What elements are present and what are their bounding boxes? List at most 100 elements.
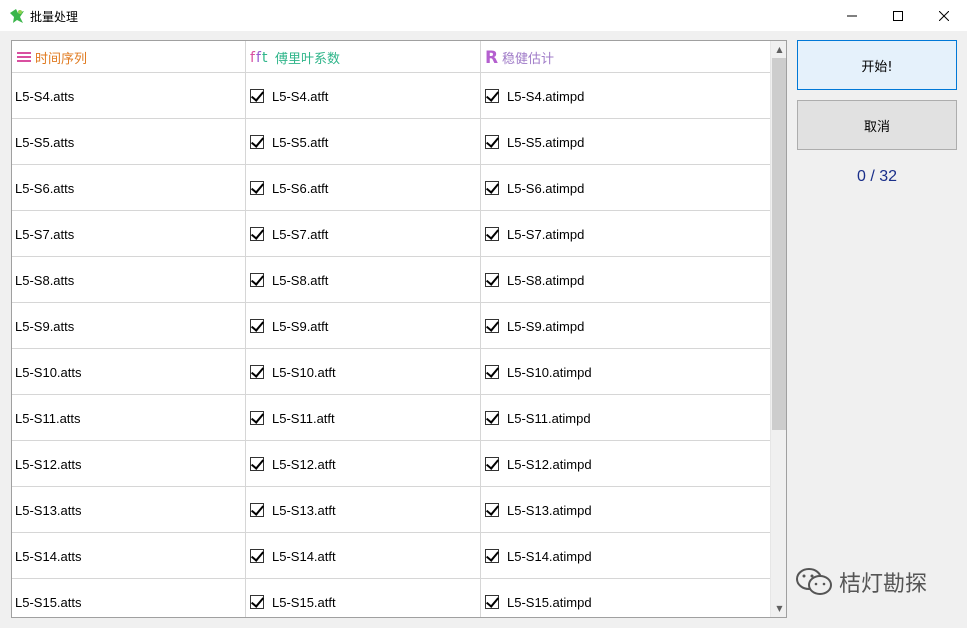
scroll-thumb[interactable] [772,58,786,430]
table-row[interactable]: L5-S12.atts L5-S12.atft L5-S12.atimpd [12,441,770,487]
table-row[interactable]: L5-S6.atts L5-S6.atft L5-S6.atimpd [12,165,770,211]
watermark-text: 桔灯勘探 [839,572,928,597]
robust-filename: L5-S10.atimpd [507,364,592,380]
timeseries-cell: L5-S12.atts [15,441,82,487]
column-header-robust[interactable]: R 稳健估计 [481,41,770,73]
timeseries-cell: L5-S14.atts [15,533,82,579]
table-row[interactable]: L5-S8.atts L5-S8.atft L5-S8.atimpd [12,257,770,303]
timeseries-cell: L5-S4.atts [15,73,74,119]
robust-cell: L5-S12.atimpd [485,441,592,487]
table-row[interactable]: L5-S13.atts L5-S13.atft L5-S13.atimpd [12,487,770,533]
fourier-checkbox[interactable] [250,135,264,149]
table-row[interactable]: L5-S7.atts L5-S7.atft L5-S7.atimpd [12,211,770,257]
robust-cell: L5-S13.atimpd [485,487,592,533]
fourier-checkbox[interactable] [250,319,264,333]
column-header-fourier[interactable]: f f t 傅里叶系数 [246,41,481,73]
timeseries-filename: L5-S12.atts [15,456,82,472]
timeseries-cell: L5-S13.atts [15,487,82,533]
fourier-checkbox[interactable] [250,273,264,287]
fourier-filename: L5-S12.atft [272,456,336,472]
robust-cell: L5-S5.atimpd [485,119,584,165]
table-row[interactable]: L5-S11.atts L5-S11.atft L5-S11.atimpd [12,395,770,441]
timeseries-cell: L5-S15.atts [15,579,82,617]
fourier-filename: L5-S8.atft [272,272,329,288]
robust-cell: L5-S6.atimpd [485,165,584,211]
fourier-checkbox[interactable] [250,595,264,609]
robust-filename: L5-S9.atimpd [507,318,585,334]
timeseries-filename: L5-S10.atts [15,364,82,380]
fourier-cell: L5-S13.atft [250,487,336,533]
fourier-checkbox[interactable] [250,411,264,425]
fourier-checkbox[interactable] [250,89,264,103]
robust-cell: L5-S9.atimpd [485,303,584,349]
robust-checkbox[interactable] [485,89,499,103]
close-button[interactable] [921,0,967,31]
robust-checkbox[interactable] [485,227,499,241]
fourier-cell: L5-S14.atft [250,533,336,579]
robust-checkbox[interactable] [485,181,499,195]
timeseries-cell: L5-S5.atts [15,119,74,165]
fourier-cell: L5-S4.atft [250,73,328,119]
table-row[interactable]: L5-S15.atts L5-S15.atft L5-S15.atimpd [12,579,770,617]
fourier-cell: L5-S10.atft [250,349,336,395]
robust-checkbox[interactable] [485,457,499,471]
timeseries-filename: L5-S4.atts [15,88,75,104]
fourier-checkbox[interactable] [250,227,264,241]
timeseries-filename: L5-S8.atts [15,272,75,288]
robust-checkbox[interactable] [485,135,499,149]
fourier-filename: L5-S11.atft [272,410,335,426]
fourier-checkbox[interactable] [250,503,264,517]
fourier-cell: L5-S15.atft [250,579,336,617]
robust-checkbox[interactable] [485,365,499,379]
window-title: 批量处理 [30,10,79,24]
timeseries-cell: L5-S7.atts [15,211,74,257]
timeseries-filename: L5-S11.atts [15,410,81,426]
fourier-checkbox[interactable] [250,549,264,563]
table-row[interactable]: L5-S5.atts L5-S5.atft L5-S5.atimpd [12,119,770,165]
list-icon [17,52,31,62]
column-header-timeseries[interactable]: 时间序列 [12,41,246,73]
scroll-down-button[interactable]: ▼ [771,600,786,617]
file-grid: 时间序列 f f t 傅里叶系数 R 稳健估计 L5-S4.atts L5-S4.… [11,40,787,618]
scroll-up-button[interactable]: ▲ [771,41,786,58]
table-row[interactable]: L5-S9.atts L5-S9.atft L5-S9.atimpd [12,303,770,349]
timeseries-cell: L5-S6.atts [15,165,74,211]
fourier-cell: L5-S5.atft [250,119,328,165]
fourier-cell: L5-S12.atft [250,441,336,487]
robust-checkbox[interactable] [485,319,499,333]
fourier-cell: L5-S8.atft [250,257,328,303]
robust-checkbox[interactable] [485,595,499,609]
title-bar: 批量处理 [0,0,967,31]
fourier-filename: L5-S13.atft [272,502,336,518]
robust-checkbox[interactable] [485,503,499,517]
robust-checkbox[interactable] [485,411,499,425]
column-label-fourier: 傅里叶系数 [275,51,341,67]
fourier-filename: L5-S15.atft [272,594,336,610]
timeseries-filename: L5-S14.atts [15,548,82,564]
robust-filename: L5-S13.atimpd [507,502,592,518]
fourier-cell: L5-S7.atft [250,211,328,257]
table-row[interactable]: L5-S4.atts L5-S4.atft L5-S4.atimpd [12,73,770,119]
fourier-cell: L5-S9.atft [250,303,328,349]
timeseries-cell: L5-S8.atts [15,257,74,303]
timeseries-cell: L5-S11.atts [15,395,81,441]
table-row[interactable]: L5-S14.atts L5-S14.atft L5-S14.atimpd [12,533,770,579]
cancel-button[interactable]: 取消 [797,100,957,150]
robust-filename: L5-S14.atimpd [507,548,592,564]
robust-checkbox[interactable] [485,273,499,287]
fourier-checkbox[interactable] [250,457,264,471]
fourier-checkbox[interactable] [250,181,264,195]
fourier-filename: L5-S9.atft [272,318,329,334]
fourier-checkbox[interactable] [250,365,264,379]
vertical-scrollbar[interactable]: ▲ ▼ [770,41,786,617]
table-row[interactable]: L5-S10.atts L5-S10.atft L5-S10.atimpd [12,349,770,395]
minimize-button[interactable] [829,0,875,31]
robust-checkbox[interactable] [485,549,499,563]
robust-filename: L5-S7.atimpd [507,226,585,242]
start-button[interactable]: 开始! [797,40,957,90]
fft-icon: f f t [250,50,268,65]
watermark: 桔灯勘探 [795,566,927,598]
timeseries-filename: L5-S13.atts [15,502,82,518]
fourier-filename: L5-S7.atft [272,226,329,242]
maximize-button[interactable] [875,0,921,31]
